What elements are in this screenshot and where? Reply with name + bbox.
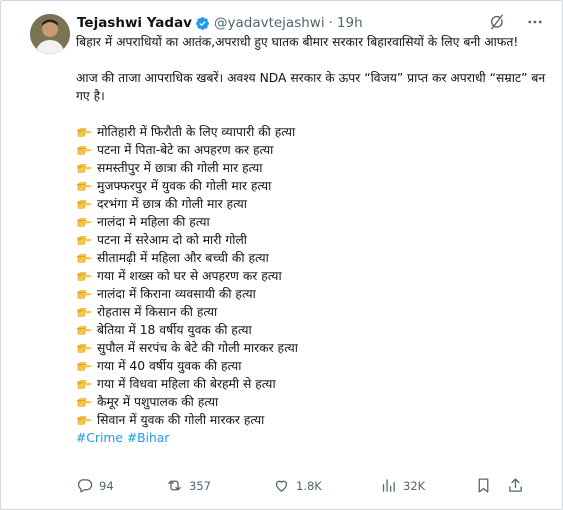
list-item-text: पटना में पिता-बेटे का अपहरण कर हत्या (97, 143, 274, 157)
list-item: सुपौल में सरपंच के बेटे की गोली मारकर हत… (76, 339, 546, 357)
pointing-right-hand-icon (76, 340, 92, 356)
pointing-right-hand-icon (76, 250, 92, 266)
list-item-text: गया में शख्स को घर से अपहरण कर हत्या (97, 269, 282, 283)
pointing-right-hand-icon (76, 178, 92, 194)
list-item: मुजफ्फरपुर में युवक की गोली मार हत्या (76, 177, 546, 195)
list-item-text: कैमूर में पशुपालक की हत्या (97, 395, 219, 409)
pointing-right-hand-icon (76, 232, 92, 248)
list-item-text: नालंदा मे महिला की हत्या (97, 215, 210, 229)
crime-list: मोतिहारी में फिरौती के लिए व्यापारी की ह… (76, 123, 546, 429)
bookmark-icon (478, 478, 489, 493)
reply-button[interactable]: 94 (76, 477, 166, 494)
pointing-right-hand-icon (76, 376, 92, 392)
repost-icon (168, 480, 181, 491)
bookmark-button[interactable] (475, 477, 507, 494)
list-item: समस्तीपुर में छात्रा की गोली मार हत्या (76, 159, 546, 177)
list-item: नालंदा मे महिला की हत्या (76, 213, 546, 231)
list-item-text: पटना में सरेआम दो को मारी गोली (97, 233, 247, 247)
list-item: मोतिहारी में फिरौती के लिए व्यापारी की ह… (76, 123, 546, 141)
share-icon (509, 478, 522, 492)
tweet-header: Tejashwi Yadav @yadavtejashwi · 19h (77, 13, 363, 33)
verified-badge-icon (195, 16, 210, 31)
list-item-text: मोतिहारी में फिरौती के लिए व्यापारी की ह… (97, 125, 296, 139)
list-item: गया में 40 वर्षीय युवक की हत्या (76, 357, 546, 375)
list-item: रोहतास में किसान की हत्या (76, 303, 546, 321)
repost-count: 357 (189, 478, 211, 493)
list-item: दरभंगा में छात्र की गोली मार हत्या (76, 195, 546, 213)
list-item: सिवान में युवक की गोली मारकर हत्या (76, 411, 546, 429)
hashtag-bihar[interactable]: #Bihar (127, 431, 170, 445)
pointing-right-hand-icon (76, 412, 92, 428)
list-item: पटना में पिता-बेटे का अपहरण कर हत्या (76, 141, 546, 159)
share-button[interactable] (507, 477, 527, 494)
list-item-text: बेतिया में 18 वर्षीय युवक की हत्या (97, 323, 252, 337)
list-item-text: सिवान में युवक की गोली मारकर हत्या (97, 413, 265, 427)
pointing-right-hand-icon (76, 358, 92, 374)
list-item: पटना में सरेआम दो को मारी गोली (76, 231, 546, 249)
list-item-text: रोहतास में किसान की हत्या (97, 305, 218, 319)
author-handle[interactable]: @yadavtejashwi (214, 15, 325, 31)
list-item: कैमूर में पशुपालक की हत्या (76, 393, 546, 411)
pointing-right-hand-icon (76, 394, 92, 410)
avatar[interactable] (30, 14, 70, 54)
pointing-right-hand-icon (76, 322, 92, 338)
pointing-right-hand-icon (76, 286, 92, 302)
post-time[interactable]: 19h (337, 15, 363, 31)
tweet-text: बिहार में अपराधियों का आतंक,अपराधी हुए घ… (76, 33, 546, 447)
views-icon (382, 479, 395, 492)
author-name[interactable]: Tejashwi Yadav (77, 15, 192, 31)
list-item: गया में विधवा महिला की बेरहमी से हत्या (76, 375, 546, 393)
list-item-text: गया में 40 वर्षीय युवक की हत्या (97, 359, 242, 373)
pointing-right-hand-icon (76, 268, 92, 284)
tweet-card: Tejashwi Yadav @yadavtejashwi · 19h बिहा… (0, 0, 563, 510)
list-item: बेतिया में 18 वर्षीय युवक की हत्या (76, 321, 546, 339)
intro-line: बिहार में अपराधियों का आतंक,अपराधी हुए घ… (76, 35, 519, 49)
repost-button[interactable]: 357 (166, 477, 273, 494)
list-item: गया में शख्स को घर से अपहरण कर हत्या (76, 267, 546, 285)
views-button[interactable]: 32K (380, 477, 475, 494)
views-count: 32K (403, 478, 426, 493)
hashtag-crime[interactable]: #Crime (76, 431, 123, 445)
subtitle-line: आज की ताजा आपराधिक खबरें। अवश्य NDA सरका… (76, 71, 546, 103)
heart-icon (275, 480, 288, 492)
list-item: नालंदा में किराना व्यवसायी की हत्या (76, 285, 546, 303)
list-item-text: दरभंगा में छात्र की गोली मार हत्या (97, 197, 247, 211)
header-separator: · (328, 15, 333, 31)
pointing-right-hand-icon (76, 196, 92, 212)
more-options-icon[interactable] (526, 13, 544, 31)
list-item-text: सीतामढ़ी में महिला और बच्ची की हत्या (97, 251, 269, 265)
list-item: सीतामढ़ी में महिला और बच्ची की हत्या (76, 249, 546, 267)
header-actions (488, 13, 544, 31)
like-count: 1.8K (296, 478, 322, 493)
avatar-image (30, 14, 70, 54)
list-item-text: समस्तीपुर में छात्रा की गोली मार हत्या (97, 161, 263, 175)
list-item-text: सुपौल में सरपंच के बेटे की गोली मारकर हत… (97, 341, 298, 355)
pointing-right-hand-icon (76, 160, 92, 176)
pointing-right-hand-icon (76, 142, 92, 158)
like-button[interactable]: 1.8K (273, 477, 380, 494)
hashtags: #Crime #Bihar (76, 429, 546, 447)
reply-icon (77, 479, 93, 493)
pointing-right-hand-icon (76, 214, 92, 230)
action-bar: 94 357 1.8K 32K (76, 477, 541, 494)
list-item-text: मुजफ्फरपुर में युवक की गोली मार हत्या (97, 179, 272, 193)
pointing-right-hand-icon (76, 304, 92, 320)
pointing-right-hand-icon (76, 124, 92, 140)
reply-count: 94 (99, 478, 114, 493)
grok-icon[interactable] (488, 13, 506, 31)
list-item-text: नालंदा में किराना व्यवसायी की हत्या (97, 287, 256, 301)
list-item-text: गया में विधवा महिला की बेरहमी से हत्या (97, 377, 276, 391)
